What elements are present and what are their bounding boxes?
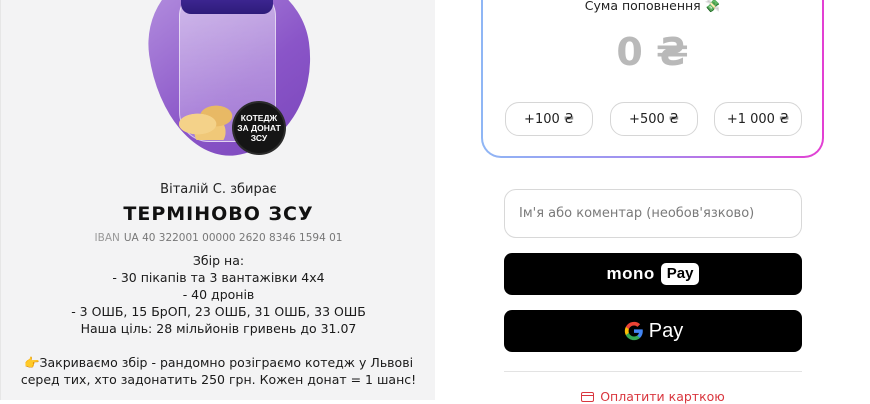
- monopay-button[interactable]: mono Pay: [504, 253, 802, 295]
- gpay-label: Pay: [648, 319, 684, 342]
- jar-description: Збір на: - 30 пікапів та 3 вантажівки 4х…: [1, 252, 436, 388]
- amount-title: Сума поповнення 💸: [584, 0, 721, 13]
- jar-illustration: КОТЕДЖ ЗА ДОНАТ ЗСУ: [138, 0, 324, 166]
- giveaway-line: 👉Закриваємо збір - рандомно розіграємо к…: [23, 355, 414, 370]
- pay-by-card-link[interactable]: Оплатити карткою: [504, 389, 802, 404]
- coins-icon: [179, 100, 241, 140]
- description-line: - 3 ОШБ, 15 БрОП, 23 ОШБ, 31 ОШБ, 33 ОШБ: [71, 304, 366, 319]
- comment-input[interactable]: [504, 189, 802, 238]
- description-line: Збір на:: [192, 253, 245, 268]
- avatar-text: КОТЕДЖ ЗА ДОНАТ ЗСУ: [237, 113, 281, 143]
- amount-value[interactable]: 0 ₴: [483, 30, 822, 74]
- pay-chip: Pay: [660, 263, 700, 285]
- quick-amount-1000-button[interactable]: +1 000 ₴: [714, 102, 802, 136]
- quick-amount-500-button[interactable]: +500 ₴: [610, 102, 698, 136]
- jar-info-panel: КОТЕДЖ ЗА ДОНАТ ЗСУ Віталій С. збирає ТЕ…: [0, 0, 435, 400]
- page-title: ТЕРМІНОВО ЗСУ: [123, 203, 314, 225]
- avatar: КОТЕДЖ ЗА ДОНАТ ЗСУ: [234, 103, 284, 153]
- iban-value: UA 40 322001 00000 2620 8346 1594 01: [123, 232, 343, 244]
- iban-line: IBAN UA 40 322001 00000 2620 8346 1594 01: [1, 232, 436, 244]
- google-pay-button[interactable]: Pay: [504, 310, 802, 352]
- description-line: - 30 пікапів та 3 вантажівки 4х4: [112, 270, 325, 285]
- iban-label: IBAN: [94, 232, 120, 244]
- description-gap: [1, 337, 436, 354]
- giveaway-line: серед тих, хто задонатить 250 грн. Кожен…: [20, 372, 417, 387]
- credit-card-icon: [581, 391, 595, 402]
- description-line: - 40 дронів: [182, 287, 255, 302]
- amount-card: Сума поповнення 💸 0 ₴ +100 ₴ +500 ₴ +1 0…: [481, 0, 824, 158]
- divider: [504, 371, 802, 372]
- quick-amount-100-button[interactable]: +100 ₴: [505, 102, 593, 136]
- description-line: Наша ціль: 28 мільйонів гривень до 31.07: [80, 321, 357, 336]
- collector-name: Віталій С. збирає: [160, 182, 277, 197]
- mono-logo-text: mono: [606, 264, 655, 283]
- google-g-icon: [624, 321, 643, 341]
- pay-by-card-label: Оплатити карткою: [600, 389, 725, 404]
- jar-lid: [181, 0, 273, 14]
